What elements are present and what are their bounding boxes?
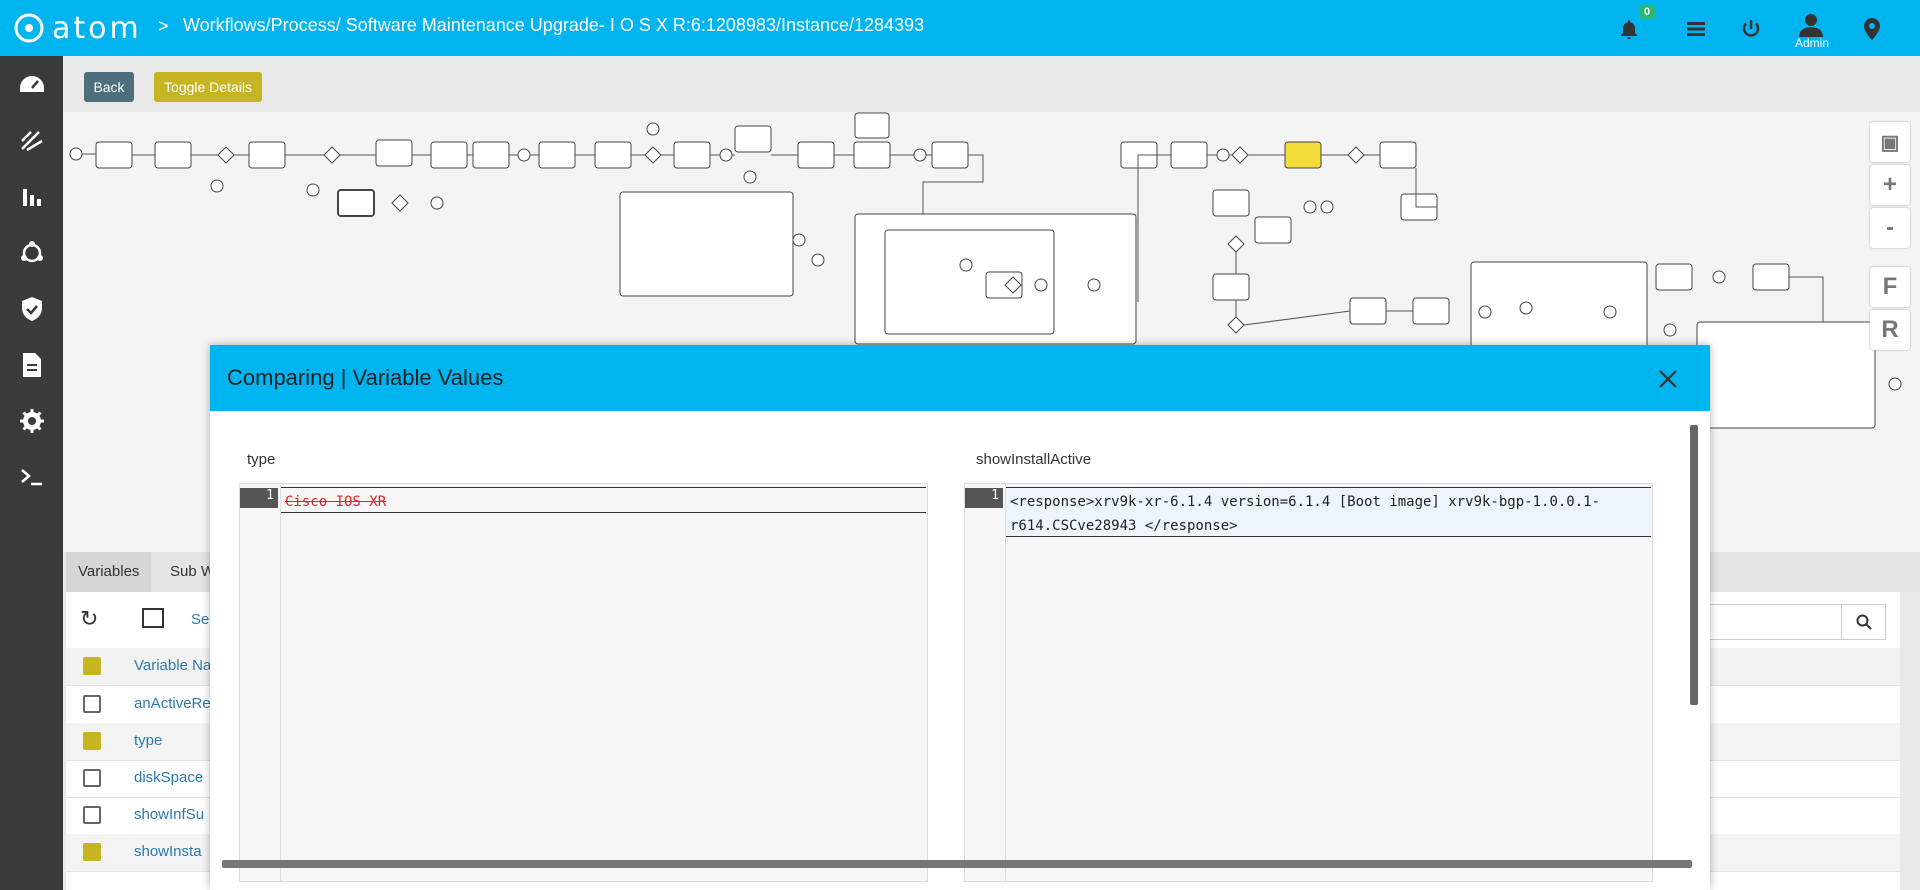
close-icon[interactable] (1650, 361, 1686, 397)
modal-header: Comparing | Variable Values (210, 345, 1710, 411)
line-number: 1 (240, 488, 278, 508)
notification-count-badge: 0 (1639, 5, 1656, 19)
breadcrumb-chevron-icon: > (158, 16, 169, 36)
left-diff-pane[interactable]: 1 Cisco IOS XR (239, 483, 928, 882)
fit-view-button[interactable]: F (1870, 267, 1910, 307)
tab-variables[interactable]: Variables (66, 552, 152, 592)
select-all-checkbox[interactable] (83, 657, 101, 675)
row-checkbox[interactable] (83, 769, 101, 787)
variable-name[interactable]: type (134, 732, 162, 749)
line-gutter: 1 (965, 484, 1006, 881)
search-icon[interactable] (1841, 604, 1886, 640)
row-checkbox[interactable] (83, 843, 101, 861)
variable-name[interactable]: diskSpace (134, 769, 203, 786)
document-icon[interactable] (0, 340, 63, 390)
toggle-details-button[interactable]: Toggle Details (154, 72, 262, 102)
row-checkbox[interactable] (83, 806, 101, 824)
sidebar (0, 56, 63, 890)
reset-view-button[interactable]: R (1870, 310, 1910, 350)
breadcrumb: Workflows/Process/ Software Maintenance … (183, 15, 925, 35)
line-number: 1 (965, 488, 1003, 508)
horizontal-scrollbar[interactable] (222, 860, 1692, 868)
terminal-icon[interactable] (0, 452, 63, 502)
workflow-icon[interactable] (0, 228, 63, 278)
right-pane-label: showInstallActive (976, 451, 1092, 468)
column-header-variable-name[interactable]: Variable Na (134, 657, 211, 674)
right-diff-pane[interactable]: 1 <response>xrv9k-xr-6.1.4 version=6.1.4… (964, 483, 1653, 882)
refresh-icon[interactable]: ↻ (80, 606, 98, 632)
user-label: Admin (1795, 36, 1830, 50)
variable-name[interactable]: anActiveRe (134, 695, 211, 712)
line-gutter: 1 (240, 484, 281, 881)
dashboard-icon[interactable] (0, 60, 63, 110)
list-icon[interactable] (1681, 14, 1711, 44)
modal-title: Comparing | Variable Values (227, 365, 504, 390)
zoom-in-button[interactable]: + (1870, 165, 1910, 205)
power-icon[interactable] (1736, 14, 1766, 44)
compare-modal: Comparing | Variable Values type showIns… (210, 345, 1710, 890)
vertical-scrollbar[interactable] (1690, 425, 1698, 705)
row-checkbox[interactable] (83, 732, 101, 750)
resources-icon[interactable] (0, 116, 63, 166)
toolbar-link-text[interactable]: Se (191, 611, 209, 628)
location-pin-icon[interactable] (1857, 14, 1887, 44)
removed-value-text: Cisco IOS XR (285, 494, 387, 510)
tab-sub-workflows[interactable]: Sub W (170, 552, 215, 592)
left-pane-label: type (247, 451, 276, 468)
diff-line: Cisco IOS XR (281, 487, 926, 513)
variable-name[interactable]: showInfSu (134, 806, 204, 823)
added-value-text: <response>xrv9k-xr-6.1.4 version=6.1.4 [… (1010, 494, 1601, 534)
atom-logo[interactable]: atom (12, 8, 142, 48)
settings-gear-icon[interactable] (0, 396, 63, 446)
zoom-out-button[interactable]: - (1870, 208, 1910, 248)
row-checkbox[interactable] (83, 695, 101, 713)
top-bar: atom > Workflows/Process/ Software Maint… (0, 0, 1920, 56)
map-view-icon[interactable]: ▣ (1870, 122, 1910, 162)
back-button[interactable]: Back (84, 72, 134, 102)
logo-text: atom (52, 10, 142, 46)
atom-logo-icon (14, 13, 44, 43)
compare-icon[interactable] (142, 608, 164, 628)
variable-name[interactable]: showInsta (134, 843, 202, 860)
diff-line: <response>xrv9k-xr-6.1.4 version=6.1.4 [… (1006, 487, 1651, 537)
analytics-icon[interactable] (0, 172, 63, 222)
security-shield-icon[interactable] (0, 284, 63, 334)
